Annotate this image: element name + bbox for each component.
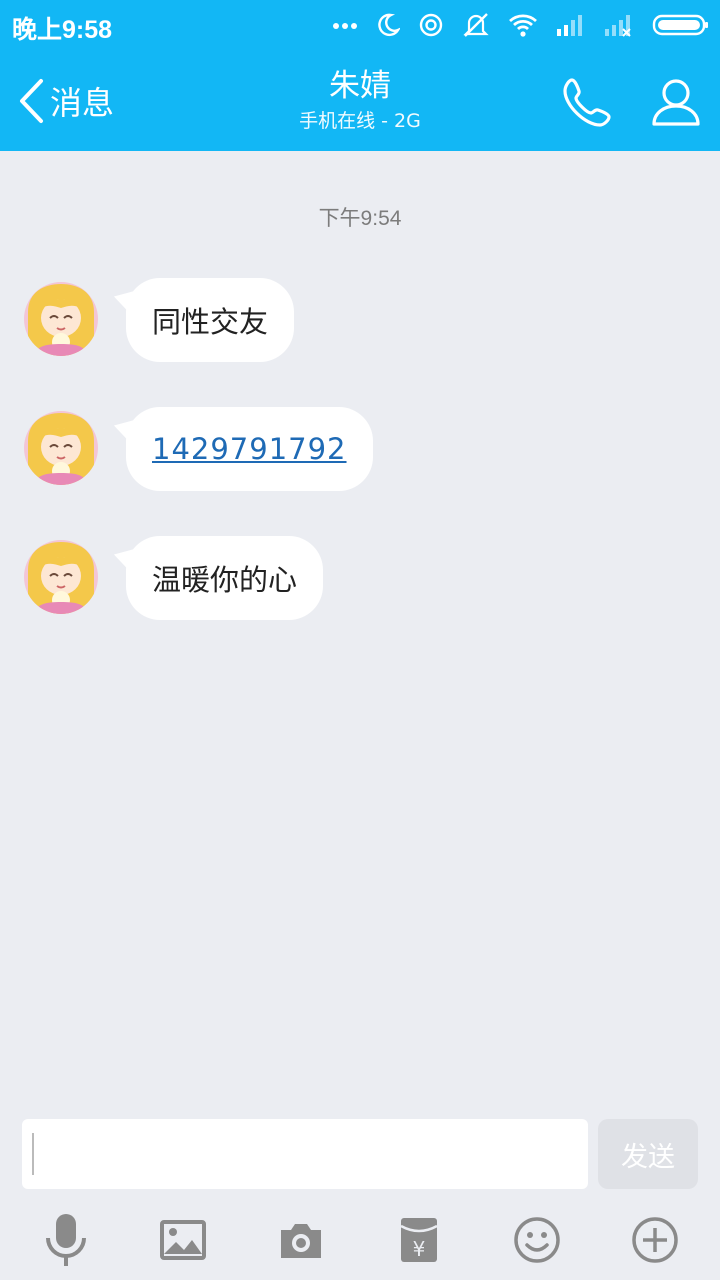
camera-icon (281, 1224, 321, 1258)
composer-toolbar: ¥ (0, 1208, 720, 1272)
chevron-left-icon (20, 79, 43, 123)
battery-icon (652, 14, 708, 36)
red-packet-icon: ¥ (400, 1218, 438, 1262)
status-time: 晚上9:58 (12, 16, 113, 44)
wifi-icon (509, 14, 537, 37)
message-link-bubble[interactable]: 1429791792 (126, 407, 373, 491)
back-label: 消息 (50, 84, 115, 122)
image-icon (160, 1220, 206, 1260)
status-icons (332, 10, 710, 40)
send-button[interactable]: 发送 (598, 1119, 698, 1189)
anime-avatar-icon (24, 282, 98, 356)
phone-icon (563, 78, 611, 127)
avatar[interactable] (24, 540, 98, 614)
contact-name: 朱婧 (329, 68, 391, 104)
voice-input-button[interactable] (34, 1208, 98, 1272)
anime-avatar-icon (24, 540, 98, 614)
emoji-icon (514, 1217, 560, 1263)
sync-icon (419, 13, 443, 37)
contact-profile-button[interactable] (648, 74, 704, 130)
status-bar: 晚上9:58 (0, 0, 720, 50)
message-input[interactable] (22, 1119, 588, 1189)
moon-icon (378, 13, 400, 37)
signal-icon (557, 15, 582, 36)
camera-button[interactable] (269, 1208, 333, 1272)
plus-icon (632, 1217, 678, 1263)
more-dots-icon (333, 23, 357, 29)
avatar[interactable] (24, 411, 98, 485)
mute-icon (463, 13, 489, 37)
text-caret (32, 1133, 34, 1175)
avatar[interactable] (24, 282, 98, 356)
anime-avatar-icon (24, 411, 98, 485)
signal-no-sim-icon (605, 15, 631, 37)
message-timestamp: 下午9:54 (318, 207, 402, 230)
svg-text:¥: ¥ (413, 1237, 426, 1261)
image-button[interactable] (151, 1208, 215, 1272)
voice-call-button[interactable] (560, 74, 616, 130)
more-options-button[interactable] (623, 1208, 687, 1272)
top-bar: 晚上9:58 消息 朱婧 手机在线 - 2G (0, 0, 720, 151)
message-bubble[interactable]: 温暖你的心 (126, 536, 324, 620)
message-bubble[interactable]: 同性交友 (126, 278, 295, 362)
chat-title-area: 朱婧 手机在线 - 2G (160, 66, 560, 136)
red-packet-button[interactable]: ¥ (387, 1208, 451, 1272)
contact-status: 手机在线 - 2G (299, 110, 421, 132)
back-button[interactable]: 消息 (18, 76, 114, 126)
emoji-button[interactable] (505, 1208, 569, 1272)
microphone-icon (46, 1214, 86, 1266)
person-icon (652, 79, 700, 126)
